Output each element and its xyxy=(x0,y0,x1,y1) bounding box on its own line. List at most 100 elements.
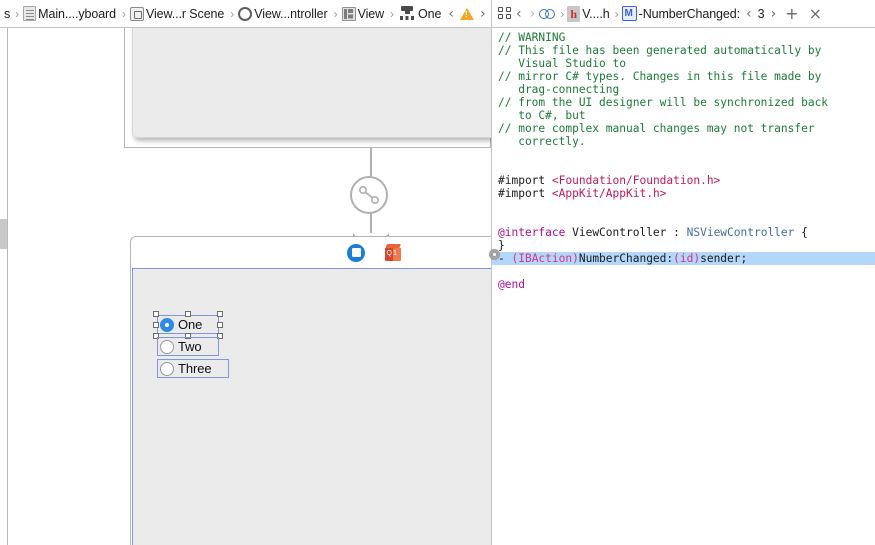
code-line: // more complex manual changes may not t… xyxy=(498,122,815,135)
breadcrumb-storyboard-label: Main....yboard xyxy=(38,6,116,21)
document-icon xyxy=(23,6,37,21)
breadcrumb-storyboard[interactable]: Main....yboard xyxy=(22,1,119,27)
warning-triangle-icon[interactable] xyxy=(459,7,474,20)
breadcrumb-scene-label: View...r Scene xyxy=(145,6,225,21)
id-type-token: (id) xyxy=(673,252,701,265)
import-keyword: #import xyxy=(498,187,546,200)
scene-above-view xyxy=(132,28,491,138)
pane-splitter-handle[interactable] xyxy=(489,249,500,260)
counter-prev-button[interactable]: ‹ xyxy=(742,6,756,22)
breadcrumb-view-label: View xyxy=(357,6,385,21)
foundation-path: <Foundation/Foundation.h> xyxy=(551,174,721,187)
issue-prev-button[interactable]: ‹ xyxy=(444,6,458,22)
breadcrumb-separator: › xyxy=(15,6,20,21)
radio-button-one[interactable]: One xyxy=(157,315,219,334)
jumpbar-leading-label: s xyxy=(4,6,11,21)
breadcrumb-scene[interactable]: View...r Scene xyxy=(129,1,227,27)
radio-label-one: One xyxy=(178,317,203,332)
handle-middle-left[interactable] xyxy=(153,322,159,328)
breadcrumb-radio-group[interactable]: One xyxy=(397,1,444,27)
canvas-left-divider xyxy=(7,28,8,545)
radio-matrix-icon xyxy=(398,6,416,21)
navigator-splitter-grip[interactable] xyxy=(0,219,7,249)
handle-top-left[interactable] xyxy=(153,311,159,317)
radio-button-three[interactable]: Three xyxy=(157,359,229,378)
placeholder-view-controller-icon[interactable] xyxy=(347,243,365,262)
breadcrumb-separator: › xyxy=(390,6,395,21)
header-file-icon xyxy=(567,5,581,22)
close-assistant-editor-button[interactable]: × xyxy=(804,5,827,22)
view-controller-icon xyxy=(238,6,253,21)
method-name-token: NumberChanged: xyxy=(578,252,674,265)
assistant-file-label[interactable]: V....h xyxy=(580,7,611,21)
assistant-forward-button[interactable]: › xyxy=(526,6,540,22)
breadcrumb-separator: › xyxy=(121,6,126,21)
radio-indicator-three[interactable] xyxy=(160,361,174,376)
radio-label-two: Two xyxy=(178,339,202,354)
assistant-separator-1: › xyxy=(560,6,565,21)
breadcrumb-view[interactable]: View xyxy=(341,1,387,27)
counter-next-button[interactable]: › xyxy=(767,6,781,22)
related-items-icon[interactable] xyxy=(539,7,557,21)
ibaction-token: (IBAction) xyxy=(511,252,579,265)
code-line: // mirror C# types. Changes in this file… xyxy=(498,70,822,83)
first-responder-icon[interactable]: Q 1 xyxy=(385,243,402,262)
assistant-back-button[interactable]: ‹ xyxy=(512,6,526,22)
grid-view-icon[interactable] xyxy=(498,6,512,21)
code-editor[interactable]: // WARNING // This file has been generat… xyxy=(492,28,875,545)
code-line: correctly. xyxy=(498,135,586,148)
code-line-ibaction[interactable]: - (IBAction)NumberChanged:(id)sender; xyxy=(492,252,875,265)
colon-token: : xyxy=(666,226,687,239)
xcode-window: s › Main....yboard › View...r Scene › Vi… xyxy=(0,0,875,545)
radio-indicator-one[interactable] xyxy=(160,317,174,332)
breadcrumb-separator: › xyxy=(333,6,338,21)
breadcrumb-radio-group-label: One xyxy=(418,6,442,21)
handle-top-center[interactable] xyxy=(185,311,191,317)
issue-next-button[interactable]: › xyxy=(476,6,490,22)
handle-middle-right[interactable] xyxy=(217,322,223,328)
first-responder-badge: 1 xyxy=(393,249,397,257)
assistant-separator-2: › xyxy=(614,6,619,21)
connection-link-icon xyxy=(350,176,388,214)
interface-keyword: @interface xyxy=(498,226,566,239)
segue-connector[interactable] xyxy=(350,148,389,257)
storyboard-canvas[interactable]: Q 1 One Two Three xyxy=(0,28,491,545)
interface-builder-pane: s › Main....yboard › View...r Scene › Vi… xyxy=(0,0,491,545)
scene-dock: Q 1 xyxy=(131,237,491,268)
scene-card-above[interactable] xyxy=(124,28,491,148)
code-line-end: @end xyxy=(498,278,525,291)
code-line-import-foundation: #import <Foundation/Foundation.h> xyxy=(492,174,875,187)
assistant-counter-value: 3 xyxy=(757,6,765,21)
breadcrumb-view-controller-label: View...ntroller xyxy=(254,6,328,21)
breadcrumb-separator: › xyxy=(230,6,235,21)
jump-bar: s › Main....yboard › View...r Scene › Vi… xyxy=(0,0,491,28)
code-line-close-brace: } xyxy=(498,239,505,252)
code-line: // WARNING xyxy=(498,31,566,44)
code-line: Visual Studio to xyxy=(498,57,626,70)
assistant-jump-bar: ‹ › › V....h › -NumberChanged: ‹ 3 › + × xyxy=(492,0,875,28)
minus-token: - xyxy=(498,252,512,265)
appkit-path: <AppKit/AppKit.h> xyxy=(551,187,667,200)
code-line: drag-connecting xyxy=(498,83,620,96)
code-line: // This file has been generated automati… xyxy=(498,44,822,57)
open-brace: { xyxy=(794,226,808,239)
breadcrumb-view-controller[interactable]: View...ntroller xyxy=(237,1,330,27)
assistant-method-label[interactable]: -NumberChanged: xyxy=(637,7,742,21)
scene-icon xyxy=(129,6,144,21)
radio-button-two[interactable]: Two xyxy=(157,337,219,356)
view-canvas[interactable]: One Two Three xyxy=(132,268,491,545)
assistant-editor-pane: ‹ › › V....h › -NumberChanged: ‹ 3 › + ×… xyxy=(491,0,875,545)
code-line-interface: @interface ViewController : NSViewContro… xyxy=(492,226,875,239)
code-line-import-appkit: #import <AppKit/AppKit.h> xyxy=(492,187,875,200)
superclass-name: NSViewController xyxy=(686,226,795,239)
code-line: // from the UI designer will be synchron… xyxy=(498,96,829,109)
handle-top-right[interactable] xyxy=(217,311,223,317)
code-line: to C#, but xyxy=(498,109,586,122)
scene-card-current[interactable]: Q 1 One Two Three xyxy=(130,236,491,545)
radio-indicator-two[interactable] xyxy=(160,339,174,354)
add-assistant-editor-button[interactable]: + xyxy=(780,5,803,22)
